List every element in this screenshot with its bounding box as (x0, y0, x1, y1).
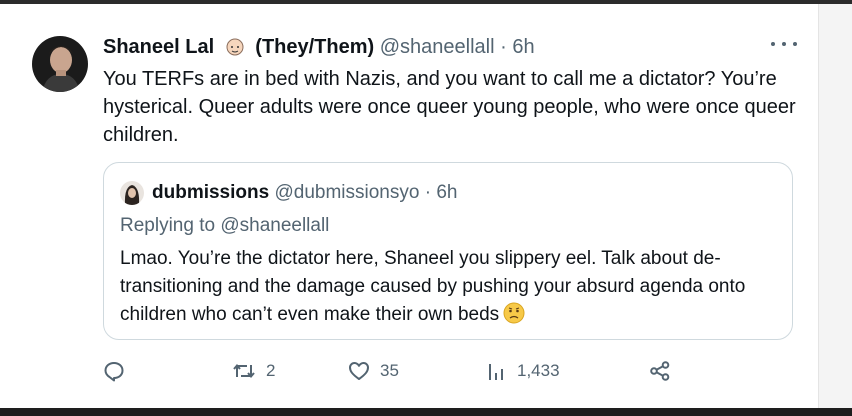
author-name[interactable]: Shaneel Lal (103, 36, 214, 58)
retweet-icon (232, 360, 256, 382)
quoted-tweet[interactable]: dubmissions @dubmissionsyo · 6h Replying… (103, 162, 793, 340)
quoted-author-handle[interactable]: @dubmissionsyo (274, 182, 419, 203)
dot (793, 42, 797, 46)
retweet-count: 2 (266, 361, 276, 380)
quoted-tweet-header: dubmissions @dubmissionsyo · 6h (152, 180, 457, 206)
like-count: 35 (380, 361, 399, 380)
tweet-text: You TERFs are in bed with Nazis, and you… (103, 68, 796, 146)
share-button[interactable] (649, 354, 671, 388)
worried-face-emoji-icon (503, 302, 525, 324)
window-bottom-edge (0, 408, 852, 416)
quoted-author-avatar[interactable] (120, 181, 144, 205)
tweet-header: Shaneel Lal (They/Them) @shaneellall · 6… (103, 34, 535, 60)
heart-icon (348, 360, 370, 382)
quoted-tweet-text: Lmao. You’re the dictator here, Shaneel … (120, 248, 746, 325)
author-avatar[interactable] (32, 36, 88, 92)
quoted-author-name[interactable]: dubmissions (152, 182, 269, 203)
views-button[interactable]: 1,433 (487, 354, 560, 388)
author-pronouns: (They/Them) (255, 36, 375, 58)
views-icon (487, 360, 507, 382)
like-button[interactable]: 35 (348, 354, 399, 388)
reply-button[interactable] (103, 354, 135, 388)
views-count: 1,433 (517, 361, 560, 380)
tweet-actions: 2 35 1,433 (103, 354, 803, 388)
author-handle[interactable]: @shaneellall (380, 36, 495, 58)
quoted-tweet-text-wrap: Lmao. You’re the dictator here, Shaneel … (120, 245, 780, 329)
tweet-card[interactable]: Shaneel Lal (They/Them) @shaneellall · 6… (0, 4, 819, 408)
more-options-icon[interactable] (771, 34, 797, 54)
person-emoji-icon (224, 35, 246, 57)
dot (771, 42, 775, 46)
replying-to: Replying to @shaneellall (120, 215, 330, 236)
tweet-time[interactable]: · 6h (500, 36, 534, 58)
quoted-tweet-time[interactable]: · 6h (425, 182, 458, 203)
retweet-button[interactable]: 2 (232, 354, 275, 388)
reply-icon (103, 360, 125, 382)
dot (782, 42, 786, 46)
share-icon (649, 360, 671, 382)
